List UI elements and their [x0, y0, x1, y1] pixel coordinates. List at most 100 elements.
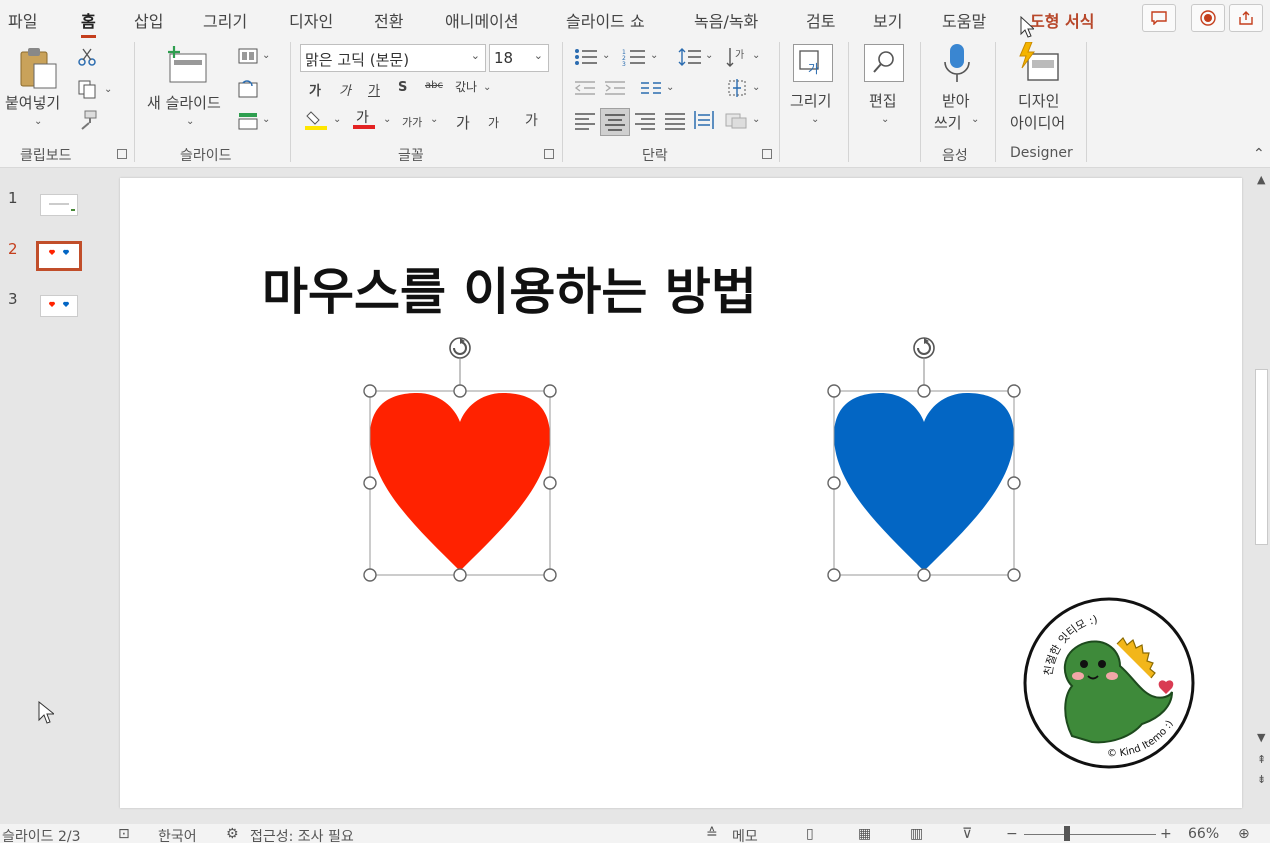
drawing-button[interactable]: 가: [793, 44, 833, 82]
new-slide-dropdown-arrow[interactable]: ⌄: [186, 116, 194, 127]
design-ideas-button[interactable]: [1018, 41, 1062, 88]
format-painter-button[interactable]: [78, 110, 98, 134]
font-color-dropdown-arrow[interactable]: ⌄: [383, 114, 391, 125]
decrease-font-button[interactable]: 가: [488, 114, 499, 131]
tab-record[interactable]: 녹음/녹화: [694, 8, 758, 32]
tab-slideshow[interactable]: 슬라이드 쇼: [566, 8, 645, 32]
editing-button[interactable]: [864, 44, 904, 82]
zoom-slider-thumb[interactable]: [1064, 826, 1070, 841]
tab-file[interactable]: 파일: [8, 8, 37, 32]
slideshow-view-icon[interactable]: ⊽: [962, 826, 972, 842]
notes-icon[interactable]: ≙: [706, 826, 718, 842]
heart-shape-red[interactable]: [370, 393, 550, 571]
bullets-dropdown-arrow[interactable]: ⌄: [602, 50, 610, 61]
bold-button[interactable]: 가: [309, 80, 321, 99]
tab-shape-format[interactable]: 도형 서식: [1030, 8, 1094, 32]
text-shadow-button[interactable]: S: [398, 80, 407, 95]
layout-dropdown-arrow[interactable]: ⌄: [262, 50, 270, 61]
align-right-button[interactable]: [634, 112, 656, 134]
character-spacing-button[interactable]: 갃나: [455, 78, 477, 95]
numbering-dropdown-arrow[interactable]: ⌄: [650, 50, 658, 61]
numbering-button[interactable]: 123: [622, 48, 646, 70]
text-direction-dropdown-arrow[interactable]: ⌄: [752, 50, 760, 61]
zoom-in-icon[interactable]: +: [1160, 826, 1172, 842]
line-spacing-button[interactable]: [678, 48, 702, 70]
paragraph-launcher-icon[interactable]: [762, 149, 772, 159]
heart-shape-red-selection[interactable]: [360, 336, 560, 596]
paste-button[interactable]: [18, 46, 60, 94]
cut-button[interactable]: [78, 48, 96, 70]
distributed-button[interactable]: [693, 110, 715, 134]
zoom-slider-track[interactable]: [1024, 834, 1156, 835]
increase-indent-button[interactable]: [604, 80, 626, 100]
scrollbar-thumb[interactable]: [1255, 369, 1268, 545]
comments-button[interactable]: [1142, 4, 1176, 32]
tab-insert[interactable]: 삽입: [134, 8, 163, 32]
justify-button[interactable]: [664, 112, 686, 134]
notes-button[interactable]: 메모: [732, 826, 758, 843]
underline-button[interactable]: 가: [368, 80, 380, 99]
tab-view[interactable]: 보기: [873, 8, 902, 32]
share-button[interactable]: [1229, 4, 1263, 32]
scroll-up-arrow-icon[interactable]: ▲: [1257, 173, 1265, 186]
align-text-button[interactable]: [726, 78, 748, 102]
tab-draw[interactable]: 그리기: [203, 8, 247, 32]
tab-animations[interactable]: 애니메이션: [445, 8, 519, 32]
tab-help[interactable]: 도움말: [942, 8, 986, 32]
decrease-indent-button[interactable]: [574, 80, 596, 100]
heart-shape-blue-selection[interactable]: [824, 336, 1024, 596]
slide-thumbnail-1[interactable]: [40, 194, 78, 216]
dictate-button[interactable]: [942, 42, 972, 88]
copy-button[interactable]: [78, 80, 98, 104]
editing-dropdown-arrow[interactable]: ⌄: [881, 114, 889, 125]
dictate-dropdown-arrow[interactable]: ⌄: [971, 114, 979, 125]
normal-view-icon[interactable]: ▯: [806, 826, 814, 842]
font-launcher-icon[interactable]: [544, 149, 554, 159]
slide-thumbnail-3[interactable]: [40, 295, 78, 317]
accessibility-icon[interactable]: ⚙: [226, 826, 239, 842]
record-button[interactable]: [1191, 4, 1225, 32]
copy-dropdown-arrow[interactable]: ⌄: [104, 84, 112, 95]
line-spacing-dropdown-arrow[interactable]: ⌄: [705, 50, 713, 61]
change-case-dropdown-arrow[interactable]: ⌄: [430, 114, 438, 125]
new-slide-button[interactable]: [166, 46, 210, 90]
slide-sorter-icon[interactable]: ▦: [858, 826, 871, 842]
tab-home[interactable]: 홈: [81, 8, 96, 38]
reading-view-icon[interactable]: ▥: [910, 826, 923, 842]
rotate-handle-icon[interactable]: [449, 337, 471, 359]
collapse-ribbon-icon[interactable]: ⌃: [1253, 146, 1265, 162]
smartart-button[interactable]: [724, 110, 748, 134]
slide-title[interactable]: 마우스를 이용하는 방법: [262, 252, 757, 324]
strikethrough-button[interactable]: abc: [425, 80, 443, 91]
heart-shape-blue[interactable]: [834, 393, 1014, 571]
drawing-dropdown-arrow[interactable]: ⌄: [811, 114, 819, 125]
tab-review[interactable]: 검토: [806, 8, 835, 32]
align-left-button[interactable]: [574, 112, 596, 134]
previous-slide-icon[interactable]: ⇞: [1257, 753, 1266, 766]
slide-thumbnail-2[interactable]: [36, 241, 82, 271]
increase-font-button[interactable]: 가: [456, 112, 470, 133]
clipboard-launcher-icon[interactable]: [117, 149, 127, 159]
clear-formatting-button[interactable]: 가: [525, 110, 538, 130]
accessibility-status[interactable]: 접근성: 조사 필요: [250, 826, 354, 843]
columns-button[interactable]: [640, 80, 662, 100]
tab-design[interactable]: 디자인: [289, 8, 333, 32]
align-text-dropdown-arrow[interactable]: ⌄: [752, 82, 760, 93]
align-center-button[interactable]: [600, 108, 630, 136]
highlight-dropdown-arrow[interactable]: ⌄: [333, 114, 341, 125]
text-direction-button[interactable]: 가: [726, 46, 748, 72]
next-slide-icon[interactable]: ⇟: [1257, 773, 1266, 786]
columns-dropdown-arrow[interactable]: ⌄: [666, 82, 674, 93]
slide-canvas[interactable]: 마우스를 이용하는 방법 친절한 잇티모:) © Kind Itemo:): [120, 178, 1242, 808]
change-case-button[interactable]: 가가: [402, 114, 422, 130]
paste-dropdown-arrow[interactable]: ⌄: [34, 116, 42, 127]
smartart-dropdown-arrow[interactable]: ⌄: [752, 114, 760, 125]
tab-transitions[interactable]: 전환: [374, 8, 403, 32]
zoom-level[interactable]: 66%: [1188, 826, 1219, 842]
highlight-color-button[interactable]: [305, 110, 327, 134]
spell-check-icon[interactable]: ⊡: [118, 826, 130, 842]
reset-slide-button[interactable]: [238, 80, 258, 102]
spacing-dropdown-arrow[interactable]: ⌄: [483, 82, 491, 93]
font-size-combo[interactable]: 18 ⌄: [489, 44, 549, 72]
section-dropdown-arrow[interactable]: ⌄: [262, 114, 270, 125]
